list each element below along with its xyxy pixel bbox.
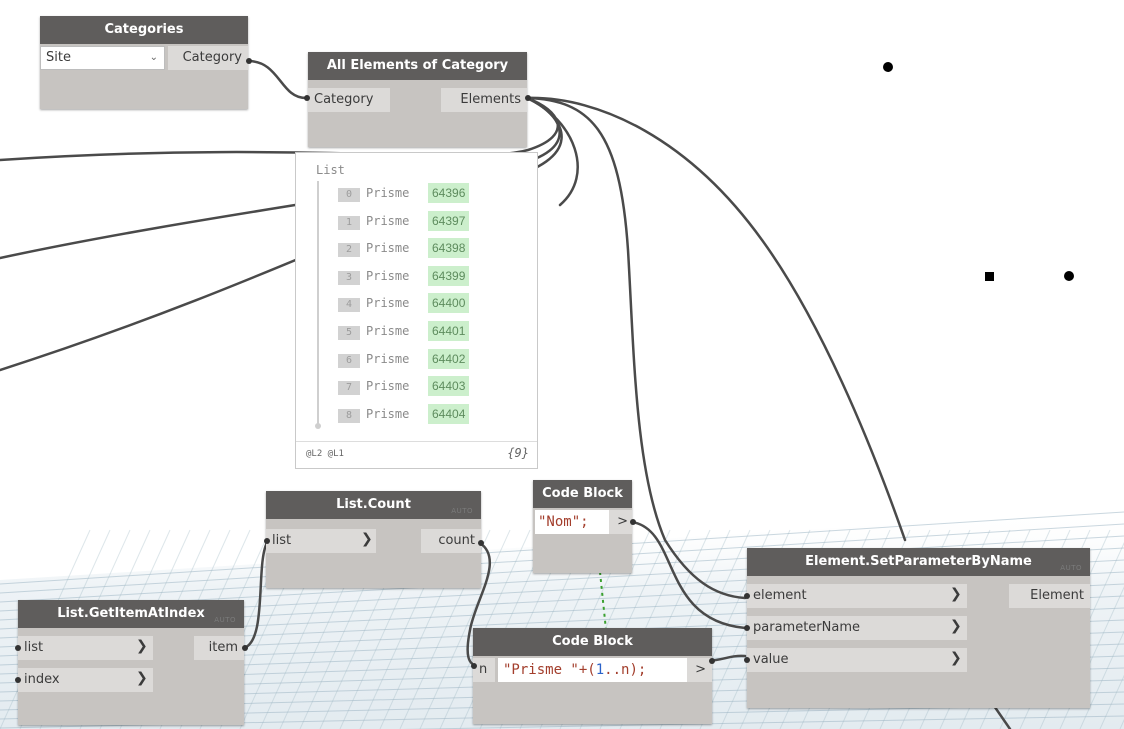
all-elements-of-category-node[interactable]: All Elements of Category Category Elemen…	[308, 52, 527, 147]
lacing-badge[interactable]: AUTO	[214, 616, 236, 624]
watch-footer	[296, 441, 537, 442]
node-title[interactable]: Code Block	[533, 480, 632, 508]
list-bracket	[317, 181, 319, 425]
item-name: Prisme	[366, 406, 410, 421]
input-port-index[interactable]: index	[18, 668, 153, 692]
item-index: 6	[338, 353, 360, 368]
annotation-dot	[1064, 271, 1074, 281]
input-port-parametername[interactable]: parameterName	[747, 616, 967, 640]
chevron-right-icon: ❯	[950, 650, 962, 666]
code-editor[interactable]: "Prisme "+(1..n);	[498, 658, 689, 682]
dropdown-value: Site	[46, 50, 71, 65]
list-item: 5 Prisme 64401	[338, 321, 470, 341]
item-value[interactable]: 64399	[428, 265, 470, 286]
item-index: 1	[338, 215, 360, 230]
input-port-value[interactable]: value	[747, 648, 967, 672]
list-levels: @L2 @L1	[306, 449, 344, 459]
element-setparameterbyname-node[interactable]: Element.SetParameterByName element ❯ par…	[747, 548, 1090, 708]
chevron-right-icon: ❯	[950, 618, 962, 634]
code-block-node[interactable]: Code Block "Nom"; >	[533, 480, 632, 573]
list-item: 0 Prisme 64396	[338, 183, 470, 203]
item-value[interactable]: 64403	[428, 376, 470, 397]
chevron-right-icon: ❯	[136, 670, 148, 686]
output-port[interactable]: >	[687, 658, 712, 682]
item-index: 3	[338, 270, 360, 285]
item-value[interactable]: 64401	[428, 321, 470, 341]
input-port-list[interactable]: list	[18, 636, 153, 660]
input-port-category[interactable]: Category	[308, 88, 390, 112]
input-port-element[interactable]: element	[747, 584, 967, 608]
chevron-right-icon: ❯	[361, 531, 373, 547]
item-value[interactable]: 64398	[428, 238, 470, 259]
category-dropdown[interactable]: Site ⌄	[40, 46, 165, 70]
input-port-list[interactable]: list	[266, 529, 376, 553]
output-port-item[interactable]: item	[194, 636, 244, 660]
list-item: 4 Prisme 64400	[338, 293, 470, 314]
item-name: Prisme	[366, 213, 410, 228]
output-port-category[interactable]: Category	[168, 46, 248, 70]
output-port[interactable]: >	[609, 510, 632, 534]
node-title[interactable]: All Elements of Category	[308, 52, 527, 80]
wire	[246, 59, 308, 100]
item-index: 0	[338, 188, 360, 202]
item-value[interactable]: 64400	[428, 293, 470, 314]
list-getitematindex-node[interactable]: List.GetItemAtIndex list ❯ index ❯ item …	[18, 600, 244, 725]
item-name: Prisme	[366, 351, 410, 366]
item-name: Prisme	[366, 324, 410, 338]
node-title[interactable]: Categories	[40, 16, 248, 44]
node-title[interactable]: List.Count	[266, 491, 481, 519]
watch-preview[interactable]: List 0 Prisme 64396 1 Prisme 64397 2 Prisme 6439…	[295, 152, 538, 469]
chevron-right-icon: ❯	[950, 586, 962, 602]
list-item: 7 Prisme 64403	[338, 376, 470, 397]
chevron-down-icon: ⌄	[149, 52, 158, 63]
item-value[interactable]: 64402	[428, 348, 470, 369]
list-item: 2 Prisme 64398	[338, 238, 470, 259]
annotation-dot	[883, 62, 893, 72]
item-count: {9}	[507, 446, 529, 460]
list-header: List	[316, 163, 345, 177]
code-block-node[interactable]: Code Block n "Prisme "+(1..n); >	[473, 628, 712, 724]
output-port-element[interactable]: Element	[1009, 584, 1090, 608]
chevron-right-icon: ❯	[136, 638, 148, 654]
item-name: Prisme	[366, 241, 410, 256]
categories-node[interactable]: Categories Site ⌄ Category	[40, 16, 248, 109]
item-name: Prisme	[366, 379, 410, 394]
list-bracket-end	[315, 423, 321, 429]
code-operator: +(	[578, 662, 596, 678]
item-index: 7	[338, 381, 360, 396]
item-name: Prisme	[366, 186, 410, 200]
item-name: Prisme	[366, 268, 410, 283]
code-editor[interactable]: "Nom";	[535, 510, 609, 534]
code-number: 1	[595, 662, 605, 678]
item-value[interactable]: 64396	[428, 183, 470, 203]
input-port-n[interactable]: n	[473, 658, 495, 682]
list-count-node[interactable]: List.Count list ❯ count AUTO	[266, 491, 481, 588]
item-value[interactable]: 64397	[428, 210, 470, 231]
code-string: "Prisme "	[503, 662, 579, 678]
annotation-square	[985, 272, 994, 281]
node-title[interactable]: List.GetItemAtIndex	[18, 600, 244, 628]
node-title[interactable]: Code Block	[473, 628, 712, 656]
item-index: 4	[338, 298, 360, 313]
wire	[525, 96, 907, 542]
item-name: Prisme	[366, 296, 410, 311]
item-index: 8	[338, 408, 360, 423]
list-item: 6 Prisme 64402	[338, 348, 470, 369]
list-item: 1 Prisme 64397	[338, 210, 470, 231]
lacing-badge[interactable]: AUTO	[451, 507, 473, 515]
output-port-count[interactable]: count	[421, 529, 481, 553]
graph-canvas[interactable]: Categories Site ⌄ Category All Elements …	[0, 0, 1124, 729]
item-value[interactable]: 64404	[428, 403, 470, 424]
item-index: 5	[338, 326, 360, 340]
list-item: 8 Prisme 64404	[338, 403, 470, 424]
code-range: ..n);	[604, 662, 647, 678]
list-item: 3 Prisme 64399	[338, 265, 470, 286]
item-index: 2	[338, 243, 360, 258]
node-title[interactable]: Element.SetParameterByName	[747, 548, 1090, 576]
lacing-badge[interactable]: AUTO	[1060, 564, 1082, 572]
output-port-elements[interactable]: Elements	[441, 88, 527, 112]
